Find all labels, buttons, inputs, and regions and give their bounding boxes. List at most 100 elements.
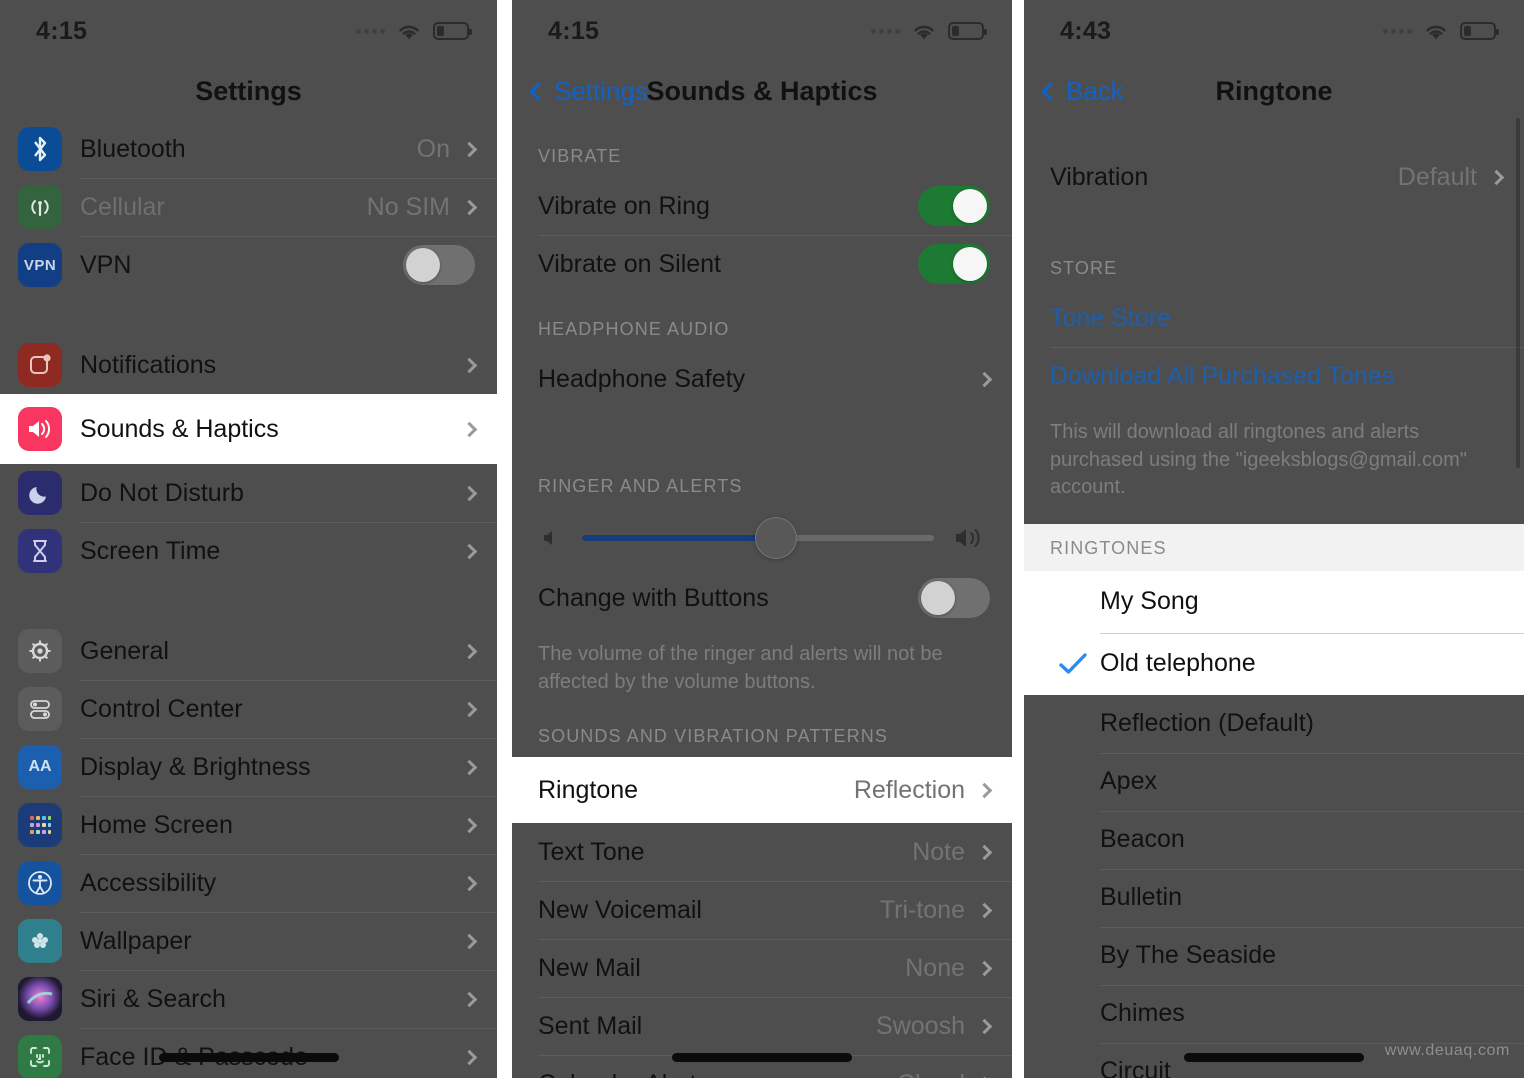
sidebar-item-do-not-disturb[interactable]: Do Not Disturb [0, 464, 497, 522]
slider-knob[interactable] [754, 517, 797, 559]
row-vibration[interactable]: Vibration Default [1024, 146, 1524, 208]
sidebar-item-display-brightness[interactable]: AA Display & Brightness [0, 738, 497, 796]
vibrate-on-ring-toggle[interactable] [918, 186, 990, 226]
sidebar-item-home-screen[interactable]: Home Screen [0, 796, 497, 854]
home-indicator [672, 1053, 852, 1062]
row-label: Text Tone [538, 837, 645, 866]
sidebar-item-vpn[interactable]: VPN VPN [0, 236, 497, 294]
page-title: Settings [195, 75, 302, 106]
row-tone-reflection-default[interactable]: Reflection (Default) [1024, 695, 1524, 753]
section-header: HEADPHONE AUDIO [538, 319, 730, 339]
signal-dots-icon [1383, 28, 1412, 34]
row-tone-by-the-seaside[interactable]: By The Seaside [1024, 926, 1524, 985]
sidebar-item-general[interactable]: General [0, 622, 497, 680]
row-label: Beacon [1100, 825, 1185, 854]
display-brightness-icon: AA [18, 745, 62, 789]
row-tone-bulletin[interactable]: Bulletin [1024, 868, 1524, 927]
row-label: General [80, 636, 169, 665]
vpn-toggle[interactable] [403, 245, 475, 285]
group-spacer [512, 408, 1012, 450]
row-tone-chimes[interactable]: Chimes [1024, 984, 1524, 1043]
row-value: Note [912, 837, 965, 866]
row-label: Accessibility [80, 868, 217, 897]
section-store: STORE Tone Store Download All Purchased … [1024, 250, 1524, 524]
row-wrap-highlighted: Sounds & Haptics [0, 394, 497, 464]
sidebar-item-sounds-haptics[interactable]: Sounds & Haptics [0, 394, 497, 464]
notifications-icon [18, 343, 62, 387]
row-label: Vibration [1050, 162, 1149, 191]
section-header-ringtones-wrap: RINGTONES [1024, 523, 1524, 571]
nav-bar: Back Ringtone [1024, 62, 1524, 120]
sidebar-item-control-center[interactable]: Control Center [0, 680, 497, 738]
row-label: Headphone Safety [538, 364, 746, 393]
row-value: Swoosh [876, 1011, 965, 1040]
row-tone-old-telephone[interactable]: Old telephone [1024, 632, 1524, 695]
row-download-all-purchased-tones[interactable]: Download All Purchased Tones [1024, 347, 1524, 405]
row-headphone-safety[interactable]: Headphone Safety [512, 350, 1012, 408]
row-text-tone[interactable]: Text Tone Note [512, 823, 1012, 881]
row-change-with-buttons[interactable]: Change with Buttons [512, 569, 1012, 627]
sidebar-item-siri-search[interactable]: Siri & Search [0, 970, 497, 1028]
chevron-right-icon [461, 485, 478, 501]
section-header: RINGER AND ALERTS [538, 476, 743, 496]
row-label: Home Screen [80, 810, 233, 839]
sounds-haptics-icon [18, 407, 62, 451]
row-label: Bluetooth [80, 134, 186, 163]
row-new-voicemail[interactable]: New Voicemail Tri-tone [512, 881, 1012, 939]
ringer-volume-slider[interactable] [582, 517, 934, 559]
section-headphone-audio: HEADPHONE AUDIO Headphone Safety [512, 293, 1012, 408]
chevron-right-icon [976, 371, 993, 387]
sidebar-item-accessibility[interactable]: Accessibility [0, 854, 497, 912]
row-value: Chord [897, 1070, 965, 1078]
sidebar-item-bluetooth[interactable]: Bluetooth On [0, 120, 497, 178]
phone-panel-ringtone: 4:43 Back Ringtone Vibration Default STO… [1024, 0, 1524, 1078]
sidebar-item-cellular[interactable]: Cellular No SIM [0, 178, 497, 236]
row-label: Screen Time [80, 536, 221, 565]
row-vibrate-on-silent[interactable]: Vibrate on Silent [512, 235, 1012, 293]
row-value: On [416, 134, 450, 163]
chevron-right-icon [461, 543, 478, 559]
hourglass-icon [18, 529, 62, 573]
status-time: 4:15 [548, 16, 600, 45]
sidebar-item-notifications[interactable]: Notifications [0, 336, 497, 394]
checkmark-icon [1046, 652, 1100, 676]
group-spacer [1024, 208, 1524, 250]
row-label: Notifications [80, 350, 217, 379]
bluetooth-icon [18, 127, 62, 171]
battery-low-icon [1460, 22, 1499, 40]
moon-icon [18, 471, 62, 515]
row-ringtone[interactable]: Ringtone Reflection [512, 757, 1012, 823]
row-new-mail[interactable]: New Mail None [512, 939, 1012, 997]
back-button[interactable]: Back [1041, 76, 1124, 107]
chevron-right-icon [976, 902, 993, 918]
row-label: Display & Brightness [80, 752, 311, 781]
wallpaper-icon [18, 919, 62, 963]
signal-dots-icon [356, 28, 385, 34]
row-tone-apex[interactable]: Apex [1024, 752, 1524, 811]
row-tone-store[interactable]: Tone Store [1024, 289, 1524, 347]
chevron-right-icon [461, 759, 478, 775]
row-value: None [905, 953, 965, 982]
row-tone-my-song[interactable]: My Song [1024, 571, 1524, 633]
chevron-right-icon [461, 875, 478, 891]
home-indicator [158, 1053, 339, 1062]
nav-bar: Settings [0, 62, 497, 120]
vibrate-on-silent-toggle[interactable] [918, 244, 990, 284]
chevron-right-icon [461, 141, 478, 157]
row-tone-beacon[interactable]: Beacon [1024, 810, 1524, 869]
back-button[interactable]: Settings [529, 76, 648, 107]
phone-panel-sounds-haptics: 4:15 Settings Sounds & Haptics VIBRATE V… [512, 0, 1012, 1078]
sidebar-item-screen-time[interactable]: Screen Time [0, 522, 497, 580]
change-with-buttons-toggle[interactable] [918, 578, 990, 618]
status-indicators [871, 22, 987, 41]
scroll-indicator[interactable] [1516, 118, 1520, 468]
top-spacer [1024, 120, 1524, 146]
sidebar-item-wallpaper[interactable]: Wallpaper [0, 912, 497, 970]
row-sent-mail[interactable]: Sent Mail Swoosh [512, 997, 1012, 1055]
ringer-volume-slider-row[interactable] [512, 507, 1012, 569]
row-vibrate-on-ring[interactable]: Vibrate on Ring [512, 177, 1012, 235]
row-label: VPN [80, 250, 132, 279]
row-label: Apex [1100, 767, 1157, 796]
row-label: Bulletin [1100, 883, 1182, 912]
row-label: Siri & Search [80, 984, 226, 1013]
